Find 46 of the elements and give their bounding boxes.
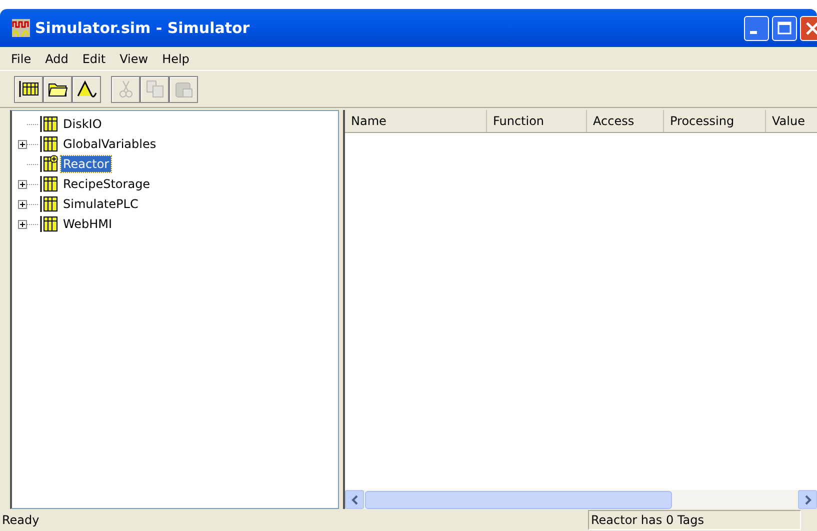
menu-item[interactable]: Edit bbox=[75, 52, 113, 66]
minimize-icon bbox=[750, 30, 757, 34]
tree-item[interactable]: Reactor bbox=[61, 156, 112, 172]
window-title: Simulator.sim - Simulator bbox=[35, 19, 251, 37]
column-header[interactable]: Processing bbox=[664, 110, 766, 132]
column-header[interactable]: Function bbox=[487, 110, 587, 132]
menu-item[interactable]: File bbox=[4, 52, 38, 66]
chevron-left-icon bbox=[350, 494, 360, 504]
menu-item[interactable]: Add bbox=[38, 52, 76, 66]
table-icon bbox=[40, 175, 58, 193]
tree-item[interactable]: DiskIO bbox=[61, 116, 104, 132]
scroll-right-button[interactable] bbox=[798, 490, 817, 509]
wave-icon bbox=[12, 19, 30, 37]
new-table-icon bbox=[40, 155, 58, 173]
table-icon bbox=[40, 135, 58, 153]
toolbar-button[interactable] bbox=[14, 76, 43, 102]
tree-item[interactable]: WebHMI bbox=[61, 216, 114, 232]
expand-icon[interactable] bbox=[18, 180, 27, 188]
toolbar-button[interactable] bbox=[72, 76, 101, 102]
table-icon bbox=[40, 115, 58, 133]
table-icon bbox=[18, 80, 38, 98]
table-icon bbox=[40, 195, 58, 213]
wave-icon bbox=[76, 80, 96, 98]
scroll-left-button[interactable] bbox=[345, 490, 364, 509]
column-header[interactable]: Value bbox=[766, 110, 817, 132]
paste-icon bbox=[174, 80, 194, 98]
column-header[interactable]: Access bbox=[587, 110, 664, 132]
minimize-button[interactable] bbox=[744, 16, 769, 40]
tree-item[interactable]: SimulatePLC bbox=[61, 196, 140, 212]
tree-item[interactable]: GlobalVariables bbox=[61, 136, 158, 152]
table-icon bbox=[40, 215, 58, 233]
maximize-button[interactable] bbox=[772, 16, 797, 40]
copy-icon bbox=[144, 80, 164, 98]
status-info: Reactor has 0 Tags bbox=[588, 510, 801, 530]
expand-icon[interactable] bbox=[18, 220, 27, 228]
tree-item[interactable]: RecipeStorage bbox=[61, 176, 152, 192]
menu-item[interactable]: Help bbox=[155, 52, 196, 66]
chevron-right-icon bbox=[802, 494, 812, 504]
horizontal-scrollbar[interactable] bbox=[345, 490, 817, 509]
column-header[interactable]: Name bbox=[345, 110, 487, 132]
expand-icon[interactable] bbox=[18, 200, 27, 208]
scroll-thumb[interactable] bbox=[365, 490, 672, 508]
expand-icon[interactable] bbox=[18, 140, 27, 148]
toolbar-button[interactable] bbox=[43, 76, 72, 102]
status-message: Ready bbox=[1, 513, 40, 527]
menu-item[interactable]: View bbox=[112, 52, 156, 66]
